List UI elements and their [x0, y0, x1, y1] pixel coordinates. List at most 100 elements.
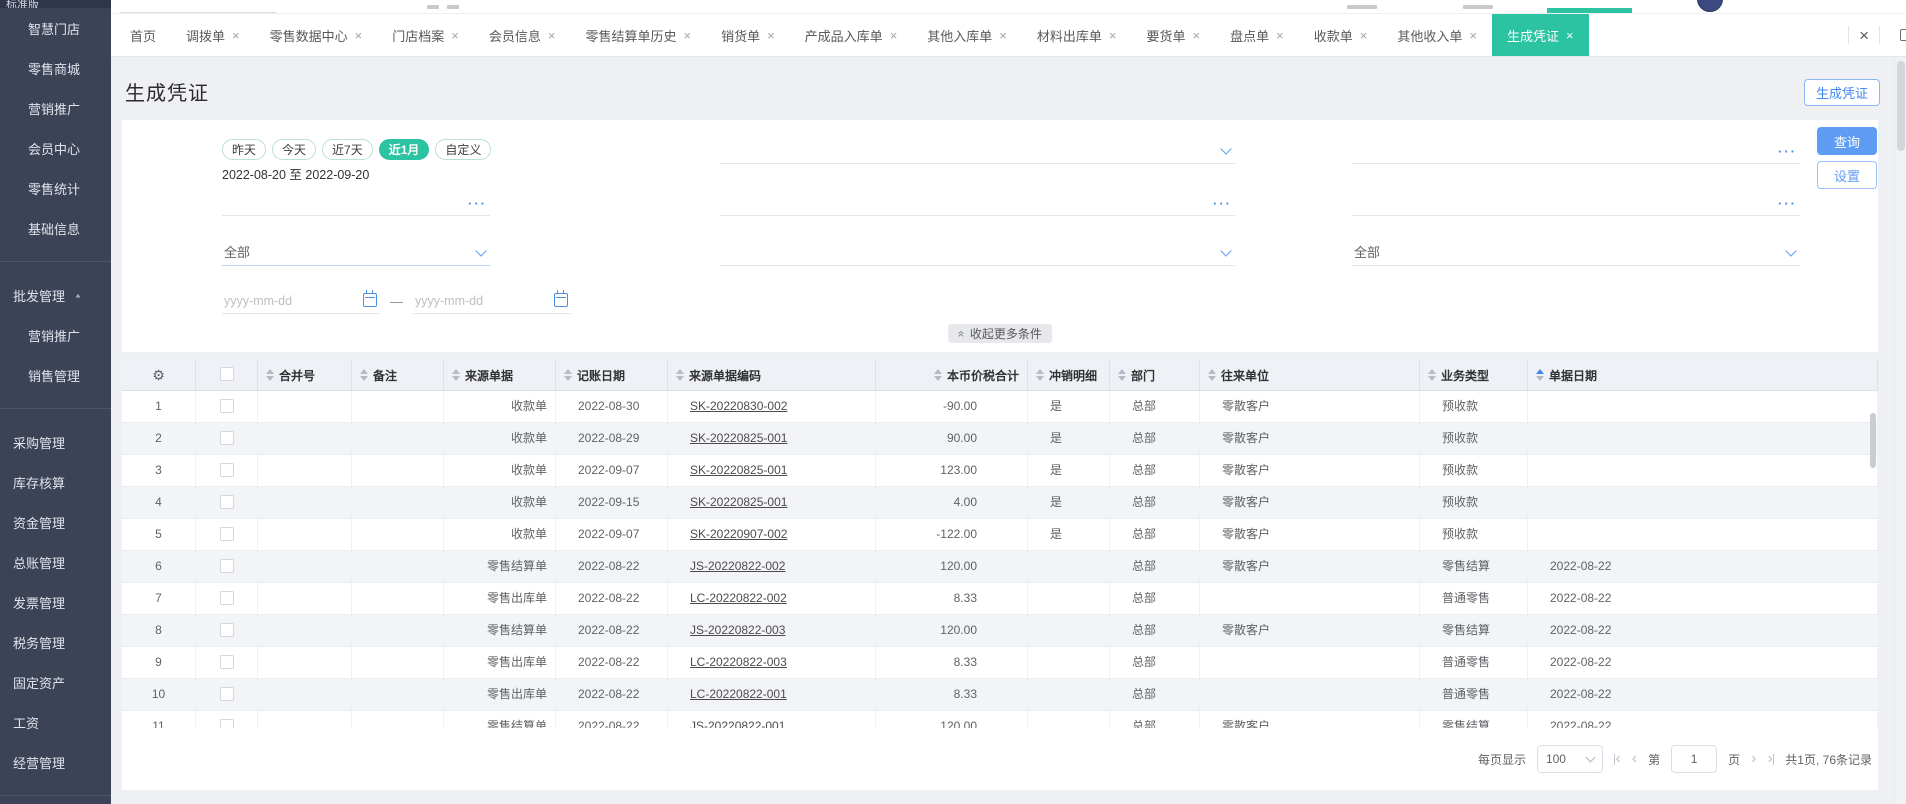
table-row[interactable]: 9 零售出库单 2022-08-22 LC-20220822-003 8.33 总部 普通零… [122, 647, 1878, 679]
row-checkbox[interactable] [219, 558, 234, 573]
table-scrollbar[interactable] [1870, 413, 1876, 468]
sidebar-item-固定资产[interactable]: 固定资产 [0, 662, 111, 702]
sidebar-item-采购管理[interactable]: 采购管理 [0, 422, 111, 462]
tab-生成凭证[interactable]: 生成凭证 × [1491, 14, 1589, 56]
tab-盘点单[interactable]: 盘点单 × [1215, 14, 1299, 56]
settings-button[interactable]: 设置 [1817, 161, 1877, 189]
scrollbar-thumb[interactable] [1897, 61, 1905, 151]
table-row[interactable]: 11 零售结算单 2022-08-22 JS-20220822-001 120.00 总部… [122, 711, 1878, 728]
fullscreen-icon[interactable] [1900, 29, 1906, 41]
avatar[interactable] [1697, 0, 1723, 12]
close-tab-icon[interactable]: × [999, 29, 1007, 42]
table-row[interactable]: 4 收款单 2022-09-15 SK-20220825-001 4.00 是总部 零散客户… [122, 487, 1878, 519]
sidebar-item-资金管理[interactable]: 资金管理 [0, 502, 111, 542]
tab-产成品入库单[interactable]: 产成品入库单 × [790, 14, 913, 56]
collapse-more-filters-button[interactable]: « 收起更多条件 [948, 324, 1052, 343]
row-checkbox[interactable] [219, 718, 234, 728]
doc-date-start-input[interactable]: yyyy-mm-dd [222, 288, 380, 314]
page-number-input[interactable]: 1 [1671, 745, 1718, 773]
row-checkbox[interactable] [219, 526, 234, 541]
column-header-writeoff[interactable]: 冲销明细 [1028, 360, 1110, 390]
sort-arrows-icon[interactable] [676, 369, 684, 381]
doc-date-end-input[interactable]: yyyy-mm-dd [413, 288, 571, 314]
column-header-partner[interactable]: 往来单位 [1200, 360, 1420, 390]
tab-门店档案[interactable]: 门店档案 × [377, 14, 474, 56]
sidebar-item-基础信息[interactable]: 基础信息 [0, 208, 111, 248]
sidebar-item-工资[interactable]: 工资 [0, 702, 111, 742]
table-row[interactable]: 8 零售结算单 2022-08-22 JS-20220822-003 120.00 总部零… [122, 615, 1878, 647]
close-tab-icon[interactable]: × [1360, 29, 1368, 42]
writeoff-select[interactable]: 全部 [222, 240, 490, 266]
tab-调拨单[interactable]: 调拨单 × [171, 14, 255, 56]
row-checkbox[interactable] [219, 494, 234, 509]
sidebar-item-零售商城[interactable]: 零售商城 [0, 48, 111, 88]
close-tab-icon[interactable]: × [548, 29, 556, 42]
gear-icon[interactable]: ⚙ [152, 367, 165, 384]
sidebar-item-智慧门店[interactable]: 智慧门店 [0, 8, 111, 48]
next-page-button[interactable]: › [1751, 751, 1756, 767]
date-preset-自定义[interactable]: 自定义 [435, 138, 492, 160]
column-header-biz_type[interactable]: 业务类型 [1420, 360, 1528, 390]
calendar-icon[interactable] [363, 290, 377, 307]
business-type-select[interactable] [720, 240, 1235, 266]
select-all-checkbox[interactable] [219, 367, 234, 381]
per-page-select[interactable]: 100 [1536, 745, 1603, 773]
date-preset-今天[interactable]: 今天 [272, 138, 317, 160]
sidebar-item-营销推广[interactable]: 营销推广 [0, 88, 111, 128]
close-tab-icon[interactable]: × [1109, 29, 1117, 42]
last-page-button[interactable]: › [1767, 751, 1775, 767]
column-header-source_code[interactable]: 来源单据编码 [668, 360, 876, 390]
table-row[interactable]: 2 收款单 2022-08-29 SK-20220825-001 90.00 是总部 零散客… [122, 423, 1878, 455]
table-row[interactable]: 3 收款单 2022-09-07 SK-20220825-001 123.00 是总部 零散… [122, 455, 1878, 487]
row-checkbox[interactable] [219, 462, 234, 477]
search-input-fragment[interactable] [120, 12, 276, 13]
sidebar-item-零售统计[interactable]: 零售统计 [0, 168, 111, 208]
table-row[interactable]: 1 收款单 2022-08-30 SK-20220830-002 -90.00 是总部 零散… [122, 391, 1878, 423]
tab-要货单[interactable]: 要货单 × [1132, 14, 1216, 56]
row-checkbox[interactable] [219, 398, 234, 413]
sidebar-item-税务管理[interactable]: 税务管理 [0, 622, 111, 662]
tab-销货单[interactable]: 销货单 × [706, 14, 790, 56]
row-checkbox[interactable] [219, 430, 234, 445]
sort-arrows-icon[interactable] [1118, 369, 1126, 381]
sidebar-item-销售管理[interactable]: 销售管理 [0, 355, 111, 395]
sidebar-item-总账管理[interactable]: 总账管理 [0, 542, 111, 582]
column-header-merge_no[interactable]: 合并号 [258, 360, 352, 390]
ellipsis-picker-icon[interactable]: ··· [468, 197, 487, 210]
row-checkbox[interactable] [219, 622, 234, 637]
tab-其他收入单[interactable]: 其他收入单 × [1382, 14, 1492, 56]
ellipsis-picker-icon[interactable]: ··· [1213, 197, 1232, 210]
row-checkbox[interactable] [219, 654, 234, 669]
source-code-link[interactable]: JS-20220822-001 [690, 719, 785, 728]
sort-arrows-icon[interactable] [360, 369, 368, 381]
close-tab-icon[interactable]: × [451, 29, 459, 42]
warehouse-input[interactable]: ··· [720, 190, 1235, 216]
close-tab-icon[interactable]: × [890, 29, 898, 42]
row-checkbox[interactable] [219, 590, 234, 605]
employee-input[interactable]: ··· [222, 190, 490, 216]
close-tab-icon[interactable]: × [1193, 29, 1201, 42]
window-scrollbar[interactable] [1894, 57, 1906, 804]
date-preset-昨天[interactable]: 昨天 [222, 138, 267, 160]
source-code-link[interactable]: LC-20220822-003 [690, 655, 787, 669]
close-tab-icon[interactable]: × [683, 29, 691, 42]
close-tab-icon[interactable]: × [355, 29, 363, 42]
column-header-doc_date[interactable]: 单据日期 [1528, 360, 1878, 390]
tab-会员信息[interactable]: 会员信息 × [474, 14, 571, 56]
table-row[interactable]: 7 零售出库单 2022-08-22 LC-20220822-002 8.33 总部 普通零… [122, 583, 1878, 615]
source-code-link[interactable]: JS-20220822-002 [690, 559, 785, 573]
generate-voucher-button[interactable]: 生成凭证 [1804, 79, 1880, 106]
source-code-link[interactable]: JS-20220822-003 [690, 623, 785, 637]
close-tab-icon[interactable]: × [1566, 29, 1574, 42]
sort-arrows-icon[interactable] [1536, 369, 1544, 381]
table-row[interactable]: 6 零售结算单 2022-08-22 JS-20220822-002 120.00 总部零… [122, 551, 1878, 583]
sort-arrows-icon[interactable] [1428, 369, 1436, 381]
source-code-link[interactable]: LC-20220822-002 [690, 591, 787, 605]
goods-input[interactable]: ··· [1352, 190, 1800, 216]
sort-arrows-icon[interactable] [266, 369, 274, 381]
sidebar-item-经营管理[interactable]: 经营管理 [0, 742, 111, 782]
ellipsis-picker-icon[interactable]: ··· [1778, 145, 1797, 158]
source-code-link[interactable]: SK-20220830-002 [690, 399, 787, 413]
sidebar-item-库存核算[interactable]: 库存核算 [0, 462, 111, 502]
sidebar-item-批发管理[interactable]: 批发管理 ▲ [0, 275, 111, 315]
